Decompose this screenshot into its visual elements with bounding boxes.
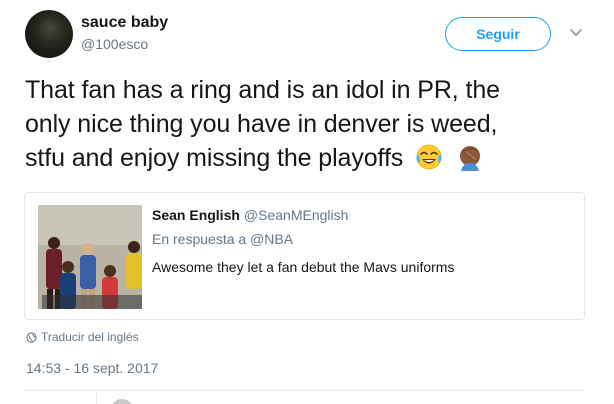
reply-thread-line: [96, 392, 97, 404]
tweet-text-line: stfu and enjoy missing the playoffs: [25, 141, 595, 175]
globe-icon: [26, 331, 37, 343]
quoted-tweet-card[interactable]: Sean English @SeanMEnglish En respuesta a…: [24, 192, 585, 320]
translate-link[interactable]: Traducir del inglés: [26, 330, 139, 344]
reply-avatar[interactable]: [110, 399, 134, 404]
tweet-text: That fan has a ring and is an idol in PR…: [25, 73, 595, 175]
follow-button[interactable]: Seguir: [445, 17, 551, 51]
divider: [24, 390, 585, 391]
translate-label[interactable]: Traducir del inglés: [41, 330, 139, 344]
author-display-name[interactable]: sauce baby: [81, 14, 168, 32]
face-with-tears-of-joy-icon: [416, 144, 442, 170]
chevron-down-icon[interactable]: [568, 24, 584, 40]
man-facepalming-icon: [459, 146, 480, 171]
quoted-reply-context: En respuesta a @NBA: [152, 231, 294, 247]
basketball-players-photo: [38, 205, 142, 309]
tweet-text-line: only nice thing you have in denver is we…: [25, 110, 498, 138]
quoted-author-name[interactable]: Sean English: [152, 207, 240, 223]
tweet-text-fragment: stfu and enjoy missing the playoffs: [25, 144, 404, 172]
quoted-author[interactable]: Sean English @SeanMEnglish: [152, 207, 348, 223]
author-avatar[interactable]: [25, 10, 73, 58]
tweet-timestamp[interactable]: 14:53 - 16 sept. 2017: [26, 360, 158, 376]
quoted-tweet-image[interactable]: [38, 205, 142, 309]
tweet-text-line: That fan has a ring and is an idol in PR…: [25, 76, 500, 104]
quoted-author-handle[interactable]: @SeanMEnglish: [244, 207, 349, 223]
quoted-tweet-text: Awesome they let a fan debut the Mavs un…: [152, 259, 455, 275]
author-handle[interactable]: @100esco: [81, 36, 148, 52]
